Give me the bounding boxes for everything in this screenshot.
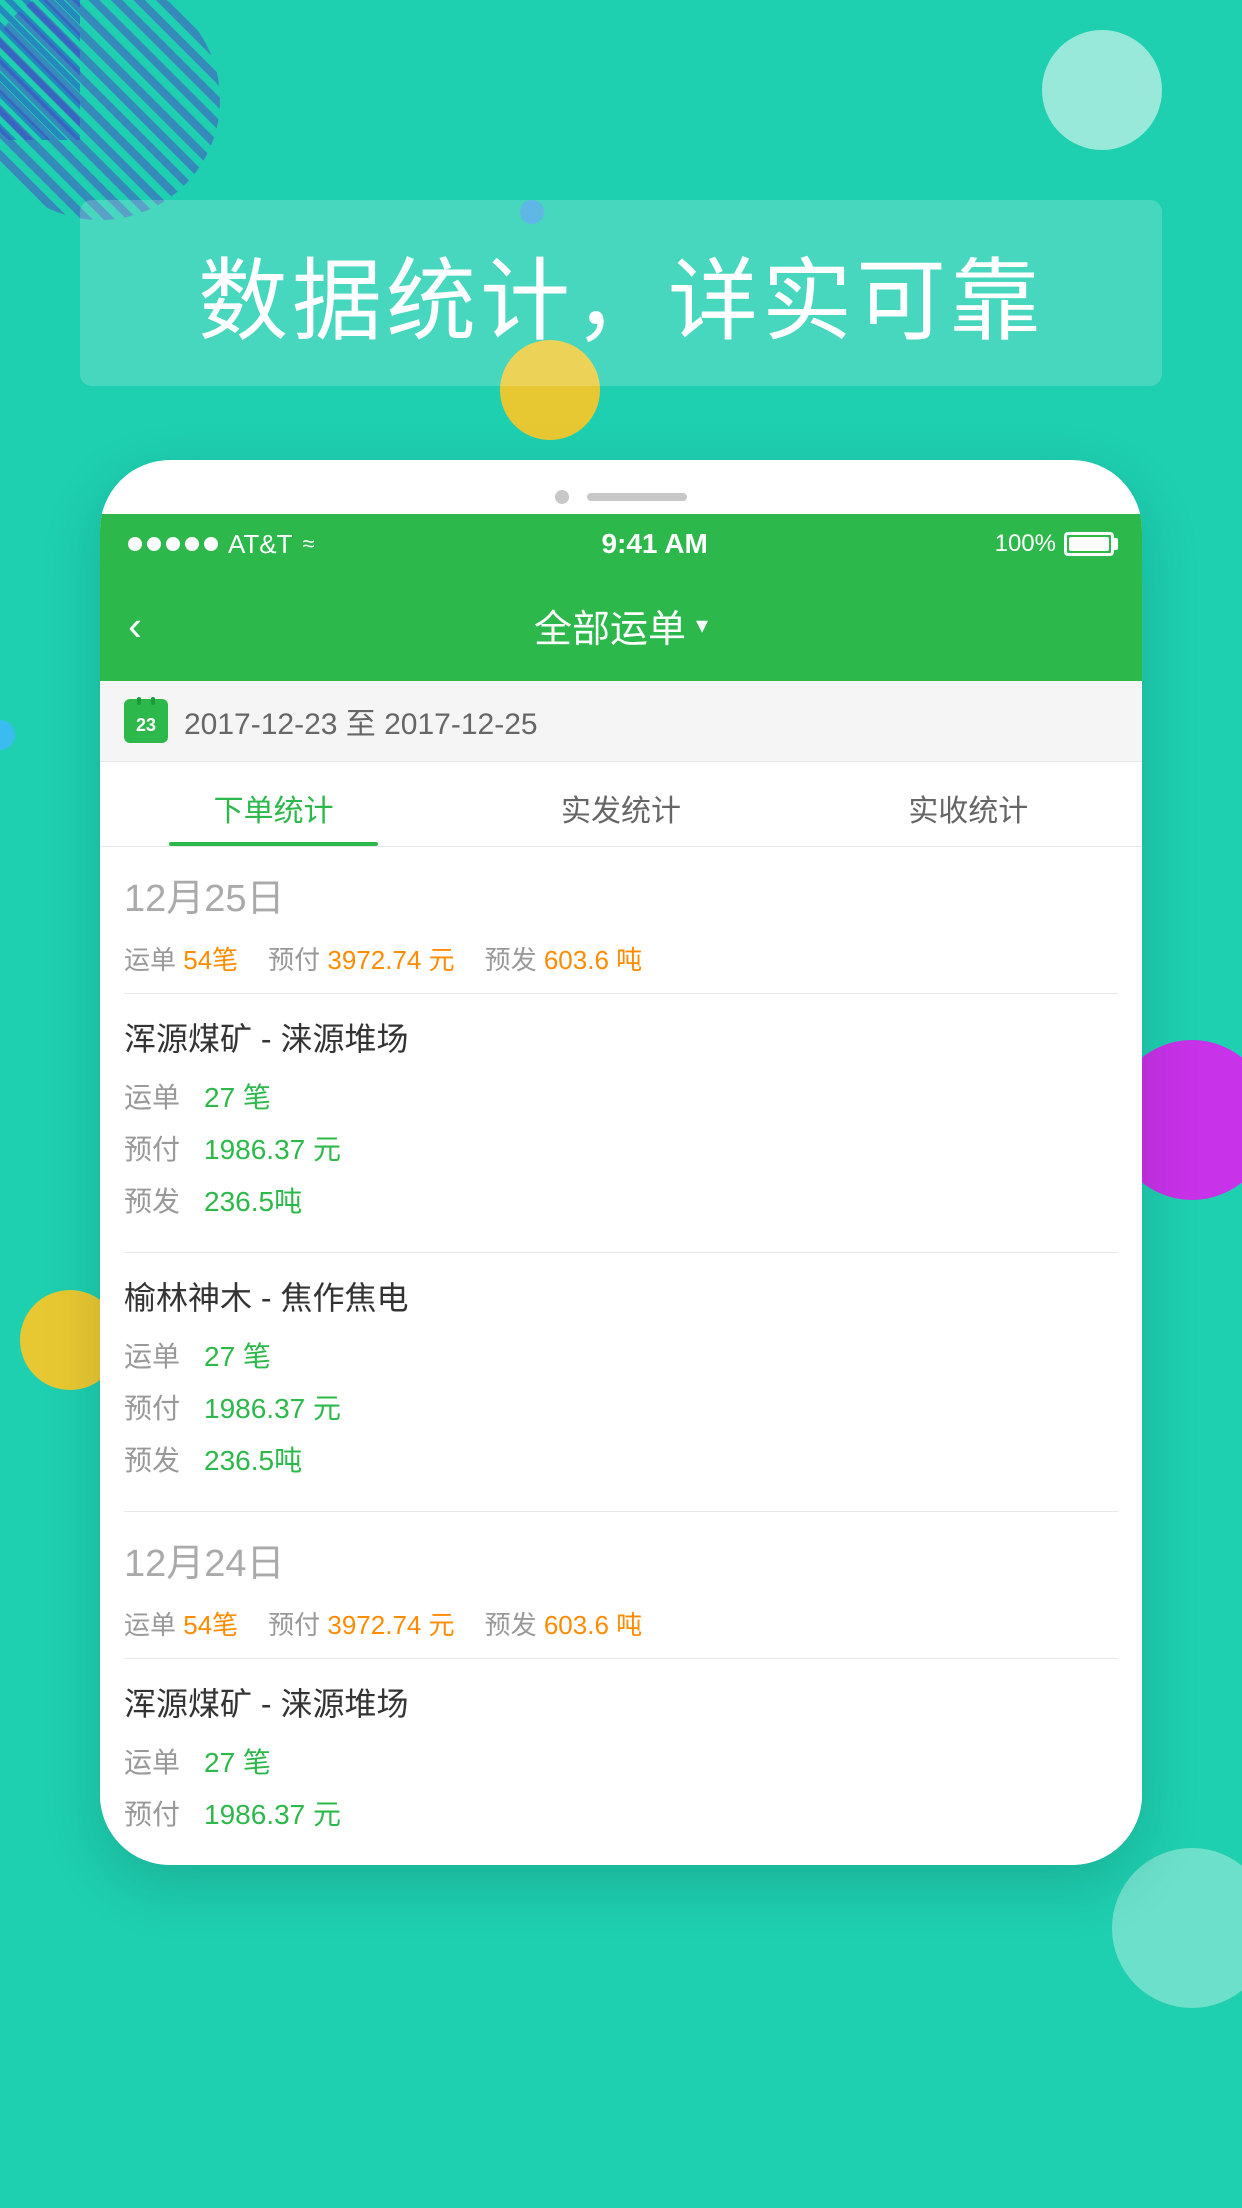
stat-label-orders-2: 运单: [124, 1335, 204, 1375]
back-button[interactable]: ‹: [128, 602, 142, 650]
route-card-1: 浑源煤矿 - 涞源堆场 运单 27 笔 预付 1986.37 元 预发 236.…: [100, 994, 1142, 1252]
battery-percent: 100%: [995, 530, 1056, 558]
status-bar: AT&T ≈ 9:41 AM 100%: [100, 514, 1142, 574]
headline-banner: 数据统计，详实可靠: [80, 200, 1162, 386]
stat-label-prepay-1: 预付: [124, 1128, 204, 1168]
date-range-text: 2017-12-23 至 2017-12-25: [184, 699, 538, 743]
stat-value-orders-1: 27 笔: [204, 1076, 271, 1116]
stat-label-presend-2: 预发: [124, 1439, 204, 1479]
nav-bar: ‹ 全部运单 ▾: [100, 574, 1142, 681]
summary-prepay-dec25: 预付 3972.74 元: [268, 940, 454, 977]
stat-value-orders-2: 27 笔: [204, 1335, 271, 1375]
section-summary-dec24: 运单 54笔 预付 3972.74 元 预发 603.6 吨: [100, 1595, 1142, 1658]
summary-prepay-value-dec24: 3972.74 元: [327, 1610, 454, 1640]
signal-dot-1: [128, 537, 142, 551]
status-time: 9:41 AM: [601, 528, 707, 560]
route-stat-prepay-3: 预付 1986.37 元: [124, 1793, 1118, 1833]
route-title-3: 浑源煤矿 - 涞源堆场: [124, 1679, 1118, 1725]
summary-presend-value-dec24: 603.6 吨: [544, 1610, 642, 1640]
signal-dot-3: [166, 537, 180, 551]
status-left: AT&T ≈: [128, 529, 315, 560]
nav-title-area: 全部运单 ▾: [534, 598, 708, 653]
stat-label-orders-3: 运单: [124, 1741, 204, 1781]
phone-notch: [100, 490, 1142, 514]
section-summary-dec25: 运单 54笔 预付 3972.74 元 预发 603.6 吨: [100, 930, 1142, 993]
cal-pin-right: [151, 697, 155, 705]
status-right: 100%: [995, 530, 1114, 558]
section-header-dec25: 12月25日: [100, 847, 1142, 930]
deco-circle-blue-left: [0, 720, 15, 750]
tab-actual-receive-label: 实收统计: [908, 795, 1028, 828]
stat-value-prepay-2: 1986.37 元: [204, 1387, 341, 1427]
cal-number: 23: [136, 715, 156, 736]
summary-orders-dec25: 运单 54笔: [124, 940, 238, 977]
stat-value-presend-1: 236.5吨: [204, 1180, 302, 1220]
stat-label-orders-1: 运单: [124, 1076, 204, 1116]
summary-orders-dec24: 运单 54笔: [124, 1605, 238, 1642]
section-date-dec24: 12月24日: [124, 1543, 285, 1585]
phone-camera: [555, 490, 569, 504]
content-area: 12月25日 运单 54笔 预付 3972.74 元 预发 603.6 吨 浑源…: [100, 847, 1142, 1865]
tab-order-stats-label: 下单统计: [214, 795, 334, 828]
summary-presend-value-dec25: 603.6 吨: [544, 945, 642, 975]
tab-bar: 下单统计 实发统计 实收统计: [100, 762, 1142, 847]
route-stat-presend-2: 预发 236.5吨: [124, 1439, 1118, 1479]
carrier-label: AT&T: [228, 529, 293, 560]
tab-actual-send[interactable]: 实发统计: [447, 762, 794, 846]
battery-fill: [1069, 537, 1109, 551]
tab-order-stats[interactable]: 下单统计: [100, 762, 447, 846]
stat-value-orders-3: 27 笔: [204, 1741, 271, 1781]
stat-value-presend-2: 236.5吨: [204, 1439, 302, 1479]
route-title-1: 浑源煤矿 - 涞源堆场: [124, 1014, 1118, 1060]
stat-label-prepay-2: 预付: [124, 1387, 204, 1427]
route-card-3: 浑源煤矿 - 涞源堆场 运单 27 笔 预付 1986.37 元: [100, 1659, 1142, 1865]
deco-circle-white-topright: [1042, 30, 1162, 150]
nav-title-text: 全部运单: [534, 598, 686, 653]
date-range-bar[interactable]: 23 2017-12-23 至 2017-12-25: [100, 681, 1142, 762]
summary-presend-dec24: 预发 603.6 吨: [485, 1605, 643, 1642]
signal-dots: [128, 537, 218, 551]
wifi-icon: ≈: [303, 531, 315, 557]
route-stat-presend-1: 预发 236.5吨: [124, 1180, 1118, 1220]
stat-value-prepay-3: 1986.37 元: [204, 1793, 341, 1833]
stat-label-prepay-3: 预付: [124, 1793, 204, 1833]
route-stat-orders-3: 运单 27 笔: [124, 1741, 1118, 1781]
summary-orders-value-dec25: 54笔: [183, 945, 238, 975]
stat-value-prepay-1: 1986.37 元: [204, 1128, 341, 1168]
signal-dot-2: [147, 537, 161, 551]
headline-text: 数据统计，详实可靠: [198, 252, 1044, 352]
summary-prepay-dec24: 预付 3972.74 元: [268, 1605, 454, 1642]
route-stat-orders-1: 运单 27 笔: [124, 1076, 1118, 1116]
route-stat-orders-2: 运单 27 笔: [124, 1335, 1118, 1375]
route-stat-prepay-1: 预付 1986.37 元: [124, 1128, 1118, 1168]
summary-prepay-value-dec25: 3972.74 元: [327, 945, 454, 975]
stat-label-presend-1: 预发: [124, 1180, 204, 1220]
calendar-icon: 23: [124, 699, 168, 743]
summary-presend-dec25: 预发 603.6 吨: [485, 940, 643, 977]
section-date-dec25: 12月25日: [124, 878, 285, 920]
route-card-2: 榆林神木 - 焦作焦电 运单 27 笔 预付 1986.37 元 预发 236.…: [100, 1253, 1142, 1511]
route-stat-prepay-2: 预付 1986.37 元: [124, 1387, 1118, 1427]
deco-striped-circle-topleft: [0, 0, 220, 220]
cal-pin-left: [137, 697, 141, 705]
battery-icon: [1064, 532, 1114, 556]
deco-circle-teal-bottomright: [1112, 1848, 1242, 2008]
route-title-2: 榆林神木 - 焦作焦电: [124, 1273, 1118, 1319]
signal-dot-5: [204, 537, 218, 551]
phone-mockup: AT&T ≈ 9:41 AM 100% ‹ 全部运单 ▾ 23 2017-12-…: [100, 460, 1142, 1865]
tab-actual-receive[interactable]: 实收统计: [795, 762, 1142, 846]
section-header-dec24: 12月24日: [100, 1512, 1142, 1595]
summary-orders-value-dec24: 54笔: [183, 1610, 238, 1640]
tab-actual-send-label: 实发统计: [561, 795, 681, 828]
signal-dot-4: [185, 537, 199, 551]
nav-dropdown-arrow-icon[interactable]: ▾: [696, 611, 708, 640]
phone-speaker: [587, 493, 687, 501]
